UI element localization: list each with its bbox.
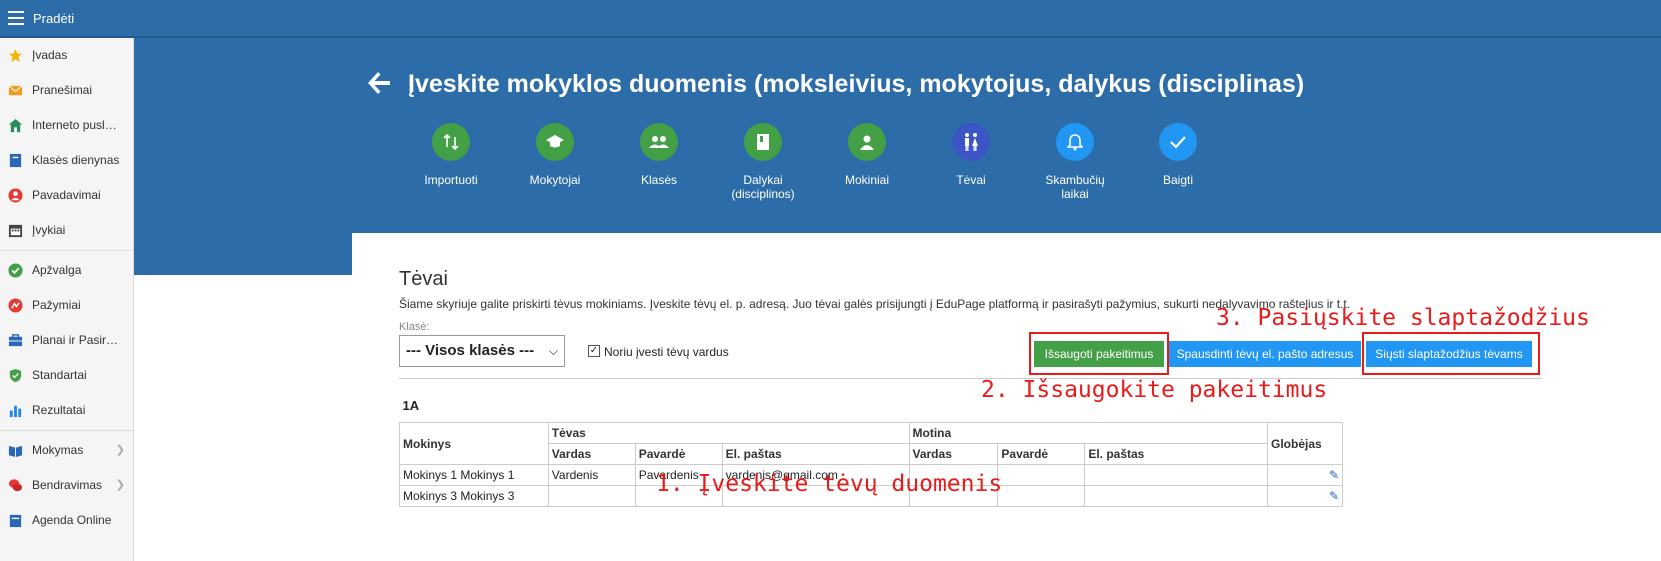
group-icon: [640, 123, 678, 161]
home-icon: [8, 118, 23, 133]
step-importuoti[interactable]: Importuoti: [406, 123, 496, 187]
father-first-input[interactable]: [547, 485, 636, 507]
sidebar-item-bendravimas[interactable]: Bendravimas ❯: [0, 468, 133, 503]
chevron-right-icon: ❯: [115, 444, 125, 456]
envelope-icon: [8, 85, 23, 96]
import-icon: [432, 123, 470, 161]
col-father-last: Pavardė: [634, 443, 723, 465]
chat-icon: [8, 479, 23, 492]
back-arrow-icon[interactable]: [366, 68, 392, 98]
check-circle-icon: [8, 263, 23, 278]
bar-chart-icon: [9, 405, 22, 418]
step-skambuciu-laikai[interactable]: Skambučių laikai: [1030, 123, 1120, 201]
col-student: Mokinys: [399, 422, 549, 465]
briefcase-icon: [8, 334, 23, 347]
col-guardian: Globėjas: [1267, 422, 1343, 465]
check-icon: [1159, 123, 1197, 161]
parent-names-checkbox[interactable]: ✓: [588, 345, 600, 357]
parents-icon: [952, 123, 990, 161]
annotation-step3: 3. Pasiųskite slaptažodžius: [1216, 305, 1590, 331]
annotation-step2: 2. Išsaugokite pakeitimus: [981, 377, 1328, 403]
father-first-input[interactable]: Vardenis: [547, 464, 636, 486]
divider: [399, 378, 1542, 379]
sidebar-divider: [0, 430, 133, 431]
sidebar-item-interneto-puslapis[interactable]: Interneto pusl…: [0, 108, 133, 143]
top-bar: Pradėti: [0, 0, 1661, 38]
step-mokytojai[interactable]: Mokytojai: [510, 123, 600, 187]
group-mother: Motina: [908, 422, 1268, 444]
mother-email-input[interactable]: [1084, 485, 1268, 507]
person-icon: [8, 188, 23, 203]
section-title: Tėvai: [399, 268, 448, 290]
step-tevai[interactable]: Tėvai: [926, 123, 1016, 187]
student-name: Mokinys 3 Mokinys 3: [399, 485, 549, 507]
graduation-cap-icon: [536, 123, 574, 161]
col-father-first: Vardas: [547, 443, 636, 465]
annotation-step1: 1. Įveskite tėvų duomenis: [656, 471, 1003, 497]
chevron-down-icon: ⌵: [548, 344, 558, 358]
sidebar-item-pranesimai[interactable]: Pranešimai: [0, 73, 133, 108]
sidebar-item-klases-dienynas[interactable]: Klasės dienynas: [0, 143, 133, 178]
col-mother-first: Vardas: [908, 443, 999, 465]
col-mother-email: El. paštas: [1084, 443, 1268, 465]
edit-guardian-button[interactable]: ✎: [1267, 464, 1343, 486]
sidebar-item-apzvalga[interactable]: Apžvalga: [0, 253, 133, 288]
sidebar-item-rezultatai[interactable]: Rezultatai: [0, 393, 133, 428]
sidebar-divider: [0, 250, 133, 251]
book-icon: [9, 153, 22, 168]
calendar-icon: [8, 224, 23, 238]
mother-last-input[interactable]: [997, 464, 1086, 486]
step-baigti[interactable]: Baigti: [1133, 123, 1223, 187]
sidebar-item-agenda-online[interactable]: Agenda Online: [0, 503, 133, 538]
sidebar-item-pavadavimai[interactable]: Pavadavimai: [0, 178, 133, 213]
section-description: Šiame skyriuje galite priskirti tėvus mo…: [399, 297, 1351, 311]
top-bar-title[interactable]: Pradėti: [33, 11, 74, 26]
sidebar-item-standartai[interactable]: Standartai: [0, 358, 133, 393]
sidebar: Įvadas Pranešimai Interneto pusl… Klasės…: [0, 38, 134, 561]
mother-last-input[interactable]: [997, 485, 1086, 507]
col-father-email: El. paštas: [721, 443, 910, 465]
annotation-box-save: [1029, 332, 1169, 375]
bell-icon: [1056, 123, 1094, 161]
pencil-icon: ✎: [1328, 468, 1339, 482]
star-icon: [8, 48, 23, 63]
step-mokiniai[interactable]: Mokiniai: [822, 123, 912, 187]
sidebar-item-pazymiai[interactable]: Pažymiai: [0, 288, 133, 323]
book-icon: [744, 123, 782, 161]
class-select-label: Klasė:: [399, 321, 430, 333]
grade-icon: [8, 298, 23, 313]
person-icon: [848, 123, 886, 161]
menu-icon[interactable]: [8, 11, 24, 25]
sidebar-item-planai[interactable]: Planai ir Pasir…: [0, 323, 133, 358]
step-dalykai[interactable]: Dalykai (disciplinos): [718, 123, 808, 201]
class-select[interactable]: --- Visos klasės --- ⌵: [399, 335, 565, 367]
sidebar-item-ivadas[interactable]: Įvadas: [0, 38, 133, 73]
shield-icon: [9, 368, 22, 383]
student-name: Mokinys 1 Mokinys 1: [399, 464, 549, 486]
print-emails-button[interactable]: Spausdinti tėvų el. pašto adresus: [1169, 341, 1361, 367]
open-book-icon: [8, 445, 23, 458]
group-father: Tėvas: [547, 422, 910, 444]
mother-email-input[interactable]: [1084, 464, 1268, 486]
pencil-icon: ✎: [1328, 489, 1339, 503]
sidebar-item-mokymas[interactable]: Mokymas ❯: [0, 433, 133, 468]
chevron-right-icon: ❯: [115, 479, 125, 491]
page-title: Įveskite mokyklos duomenis (moksleivius,…: [408, 70, 1305, 98]
agenda-icon: [9, 514, 22, 528]
step-klases[interactable]: Klasės: [614, 123, 704, 187]
sidebar-item-ivykiai[interactable]: Įvykiai: [0, 213, 133, 248]
parent-names-checkbox-label: Noriu įvesti tėvų vardus: [604, 345, 729, 359]
edit-guardian-button[interactable]: ✎: [1267, 485, 1343, 507]
col-mother-last: Pavardė: [997, 443, 1086, 465]
annotation-box-send: [1362, 332, 1540, 375]
